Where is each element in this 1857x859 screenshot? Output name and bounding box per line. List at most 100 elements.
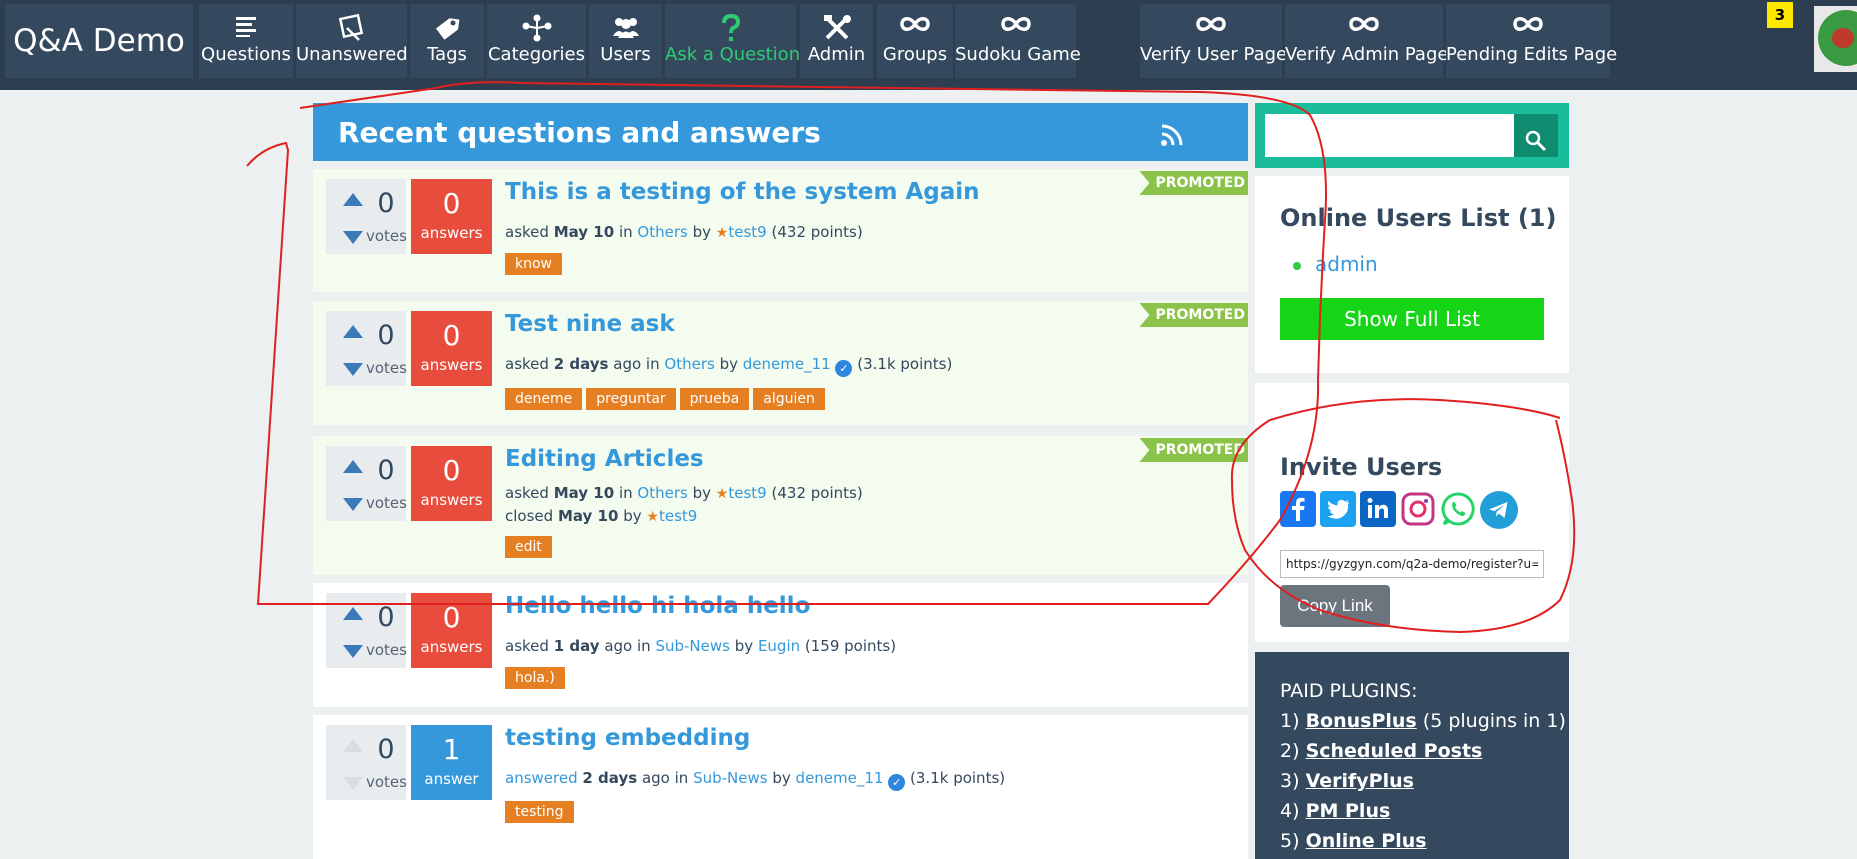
upvote-button[interactable] — [343, 460, 363, 473]
telegram-icon[interactable] — [1480, 491, 1518, 529]
tag[interactable]: preguntar — [586, 388, 676, 410]
downvote-button[interactable] — [343, 498, 363, 511]
notification-badge[interactable]: 3 — [1767, 2, 1793, 28]
meta-in: in — [618, 223, 633, 241]
category-link[interactable]: Others — [664, 355, 714, 373]
show-full-list-button[interactable]: Show Full List — [1280, 298, 1544, 340]
nav-questions[interactable]: Questions — [199, 4, 293, 78]
question-title[interactable]: testing embedding — [505, 725, 750, 751]
user-link[interactable]: deneme_11 — [796, 769, 884, 787]
category-link[interactable]: Sub-News — [655, 637, 730, 655]
vote-count: 0 — [377, 734, 395, 765]
meta-when[interactable]: May 10 — [554, 484, 614, 502]
nav-label: Ask a Question — [665, 44, 801, 65]
answer-label: answers — [420, 491, 483, 509]
category-link[interactable]: Sub-News — [693, 769, 768, 787]
nav-groups[interactable]: Groups — [877, 4, 953, 78]
question-title[interactable]: This is a testing of the system Again — [505, 179, 980, 205]
tag[interactable]: know — [505, 253, 562, 275]
tag[interactable]: hola.) — [505, 667, 565, 689]
nav-ask-question[interactable]: Ask a Question — [665, 4, 801, 78]
meta-when[interactable]: 1 day — [554, 637, 600, 655]
meta-when-suffix: ago — [641, 769, 670, 787]
user-link[interactable]: test9 — [728, 484, 766, 502]
meta-when[interactable]: 2 days — [582, 769, 637, 787]
meta-when[interactable]: 2 days — [554, 355, 609, 373]
nav-tags[interactable]: Tags — [410, 4, 484, 78]
question-item: 0 votes 1 answer testing embedding answe… — [313, 715, 1248, 859]
online-status-icon — [1293, 262, 1301, 270]
upvote-button[interactable] — [343, 607, 363, 620]
nav-pending-edits-page[interactable]: Pending Edits Page — [1446, 4, 1617, 78]
user-link[interactable]: Eugin — [758, 637, 800, 655]
nav-label: Tags — [427, 44, 467, 65]
upvote-button[interactable] — [343, 739, 363, 752]
whatsapp-icon[interactable] — [1440, 491, 1476, 527]
vote-count: 0 — [377, 455, 395, 486]
downvote-button[interactable] — [343, 777, 363, 790]
answer-label: answers — [420, 638, 483, 656]
meta-when[interactable]: May 10 — [554, 223, 614, 241]
instagram-icon[interactable] — [1400, 491, 1436, 527]
nav-label: Sudoku Game — [955, 44, 1081, 65]
tag[interactable]: deneme — [505, 388, 583, 410]
nav-verify-user-page[interactable]: Verify User Page — [1140, 4, 1287, 78]
user-link[interactable]: test9 — [728, 223, 766, 241]
tag[interactable]: prueba — [679, 388, 750, 410]
top-navbar: Q&A Demo Questions Unanswered Tags Categ… — [0, 0, 1857, 90]
copy-link-button[interactable]: Copy Link — [1280, 585, 1390, 627]
category-link[interactable]: Others — [637, 484, 687, 502]
list-icon — [199, 4, 293, 38]
downvote-button[interactable] — [343, 363, 363, 376]
plugin-link[interactable]: Online Plus — [1306, 830, 1427, 852]
downvote-button[interactable] — [343, 231, 363, 244]
upvote-button[interactable] — [343, 325, 363, 338]
nav-verify-admin-page[interactable]: Verify Admin Page — [1285, 4, 1448, 78]
question-title[interactable]: Editing Articles — [505, 446, 704, 472]
online-user-link[interactable]: admin — [1315, 252, 1378, 276]
nav-admin[interactable]: Admin — [800, 4, 873, 78]
nav-users[interactable]: Users — [589, 4, 662, 78]
site-logo[interactable]: Q&A Demo — [5, 4, 193, 78]
search-input[interactable] — [1265, 114, 1515, 157]
search-button[interactable] — [1514, 114, 1558, 157]
meta-in: in — [637, 637, 651, 655]
plugin-link[interactable]: VerifyPlus — [1306, 770, 1414, 792]
user-points: (3.1k points) — [857, 355, 953, 373]
facebook-icon[interactable] — [1280, 491, 1316, 527]
question-title[interactable]: Test nine ask — [505, 311, 675, 337]
meta-action[interactable]: answered — [505, 769, 578, 787]
rss-icon[interactable] — [1160, 123, 1184, 151]
star-icon: ★ — [646, 509, 659, 525]
vote-box: 0 votes — [326, 725, 407, 800]
plugin-link[interactable]: BonusPlus — [1306, 710, 1417, 732]
verified-badge-icon: ✓ — [835, 360, 853, 377]
plugin-link[interactable]: Scheduled Posts — [1306, 740, 1483, 762]
nav-categories[interactable]: Categories — [487, 4, 586, 78]
nav-unanswered[interactable]: Unanswered — [296, 4, 408, 78]
avatar-image — [1818, 10, 1857, 66]
answer-count: 0 — [442, 319, 461, 352]
invite-link-field[interactable] — [1280, 550, 1544, 578]
vote-box: 0 votes — [326, 593, 407, 668]
nav-sudoku-game[interactable]: Sudoku Game — [955, 4, 1081, 78]
tag[interactable]: testing — [505, 801, 574, 823]
category-link[interactable]: Others — [637, 223, 687, 241]
plugin-list-item: 2) Scheduled Posts — [1280, 740, 1482, 762]
question-meta: asked 2 days ago in Others by deneme_11 … — [505, 355, 952, 377]
user-link[interactable]: deneme_11 — [743, 355, 831, 373]
downvote-button[interactable] — [343, 645, 363, 658]
answer-count-box: 0 answers — [411, 179, 492, 254]
answer-count-box: 1 answer — [411, 725, 492, 800]
twitter-icon[interactable] — [1320, 491, 1356, 527]
tag[interactable]: alguien — [753, 388, 825, 410]
question-title[interactable]: Hello hello hi hola hello — [505, 593, 810, 619]
user-link[interactable]: test9 — [659, 507, 697, 525]
vote-count: 0 — [377, 602, 395, 633]
avatar[interactable] — [1814, 6, 1857, 72]
plugin-link[interactable]: PM Plus — [1306, 800, 1391, 822]
linkedin-icon[interactable] — [1360, 491, 1396, 527]
invite-users-panel: Invite Users Copy Link — [1255, 373, 1569, 642]
upvote-button[interactable] — [343, 193, 363, 206]
tag[interactable]: edit — [505, 536, 552, 558]
